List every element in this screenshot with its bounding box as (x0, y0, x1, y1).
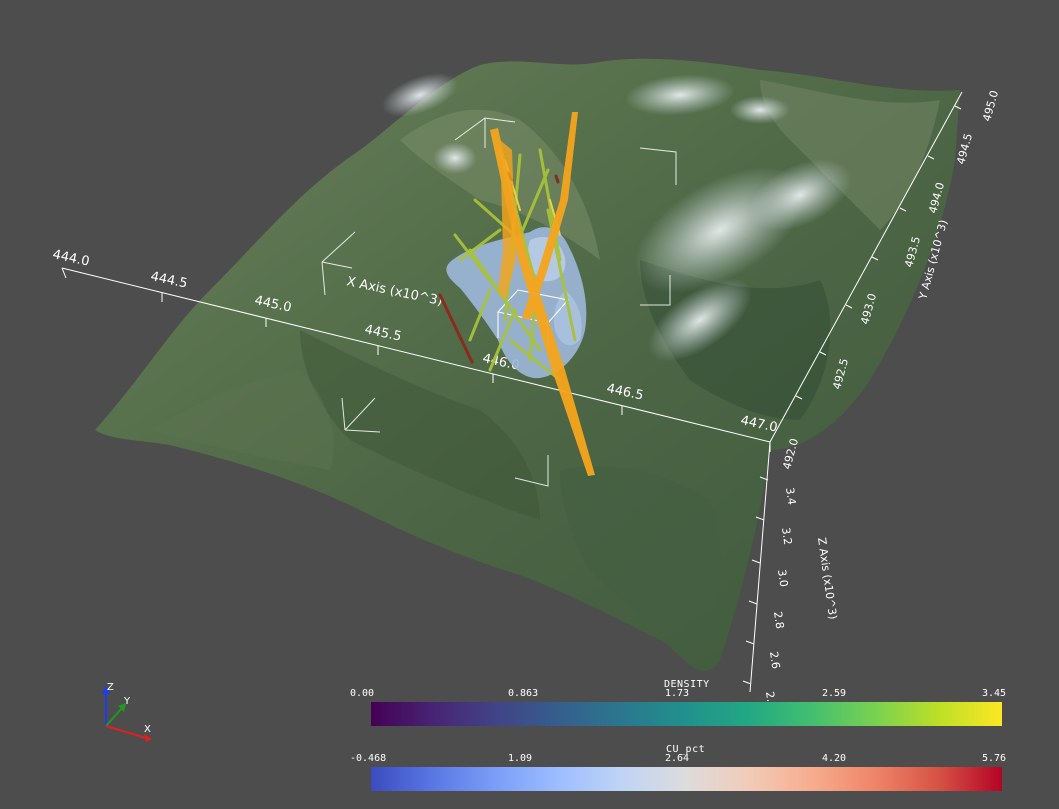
cu-pct-tick: 4.20 (822, 753, 847, 764)
z-tick-label: 2.6 (767, 651, 782, 670)
z-tick-label: 2.8 (771, 611, 786, 630)
orientation-y-label: Y (123, 696, 131, 707)
cu-pct-color-scale (371, 767, 1002, 791)
cu-pct-tick: 5.76 (982, 753, 1007, 764)
density-tick: 3.45 (982, 688, 1007, 699)
x-tick-label: 444.0 (51, 247, 91, 269)
density-tick: 0.00 (350, 688, 375, 699)
density-tick: 1.73 (665, 688, 690, 699)
y-tick-label: 495.0 (980, 89, 1001, 123)
z-tick-label: 3.2 (779, 527, 794, 546)
z-tick-label: 3.0 (775, 569, 790, 588)
density-tick: 2.59 (822, 688, 847, 699)
cu-pct-tick: -0.468 (350, 753, 387, 764)
z-axis-title: Z Axis (x10^3) (815, 537, 839, 621)
orientation-x-label: X (144, 724, 151, 735)
orientation-z-label: Z (107, 682, 114, 693)
density-tick: 0.863 (508, 688, 539, 699)
x-tick-label: 444.5 (149, 269, 189, 291)
cu-pct-tick: 1.09 (508, 753, 533, 764)
z-tick-label: 3.4 (783, 487, 798, 506)
y-tick-label: 494.5 (954, 132, 975, 166)
cu-pct-tick: 2.64 (665, 753, 690, 764)
density-color-scale (371, 702, 1002, 726)
orientation-widget[interactable]: Z Y X (102, 682, 152, 742)
